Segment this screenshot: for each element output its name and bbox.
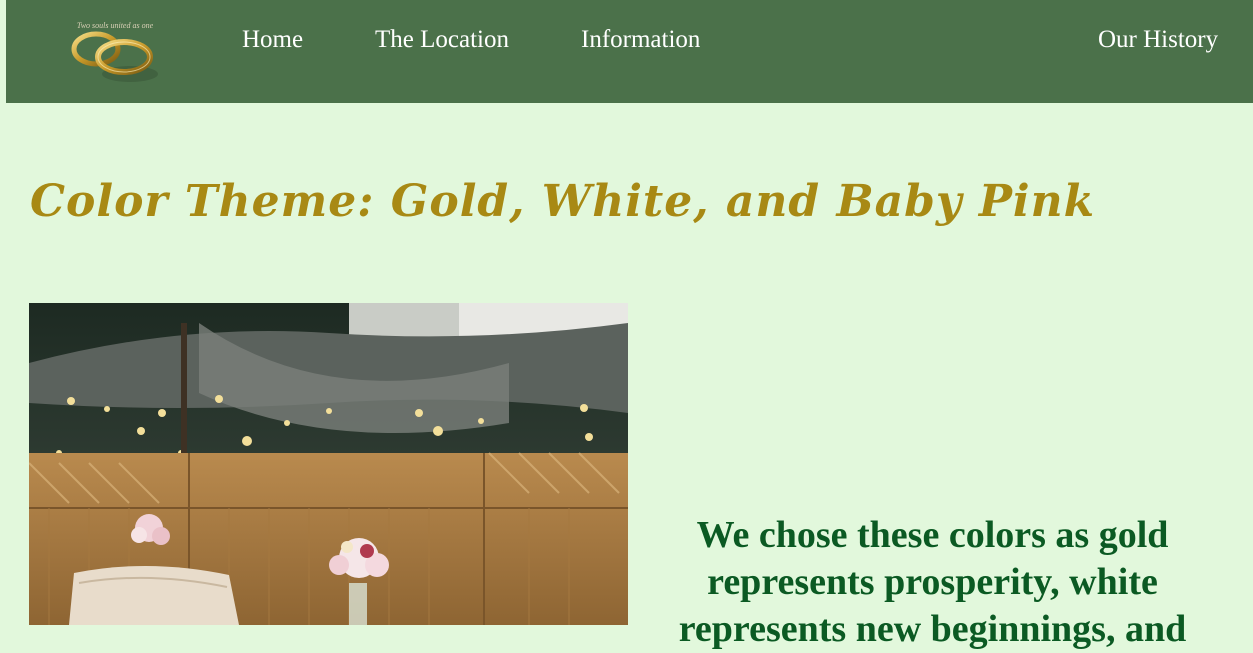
page-title: Color Theme: Gold, White, and Baby Pink (30, 176, 1096, 227)
logo-caption: Two souls united as one (76, 21, 154, 30)
nav-the-location[interactable]: The Location (375, 26, 509, 54)
venue-photo (29, 303, 628, 625)
navbar: Two souls united as one Home The Locatio… (6, 0, 1253, 103)
color-theme-description: We chose these colors as gold represents… (678, 514, 1187, 650)
nav-information[interactable]: Information (581, 26, 700, 54)
site-logo[interactable]: Two souls united as one (58, 12, 170, 89)
nav-home[interactable]: Home (242, 26, 303, 54)
nav-our-history[interactable]: Our History (1098, 26, 1218, 54)
